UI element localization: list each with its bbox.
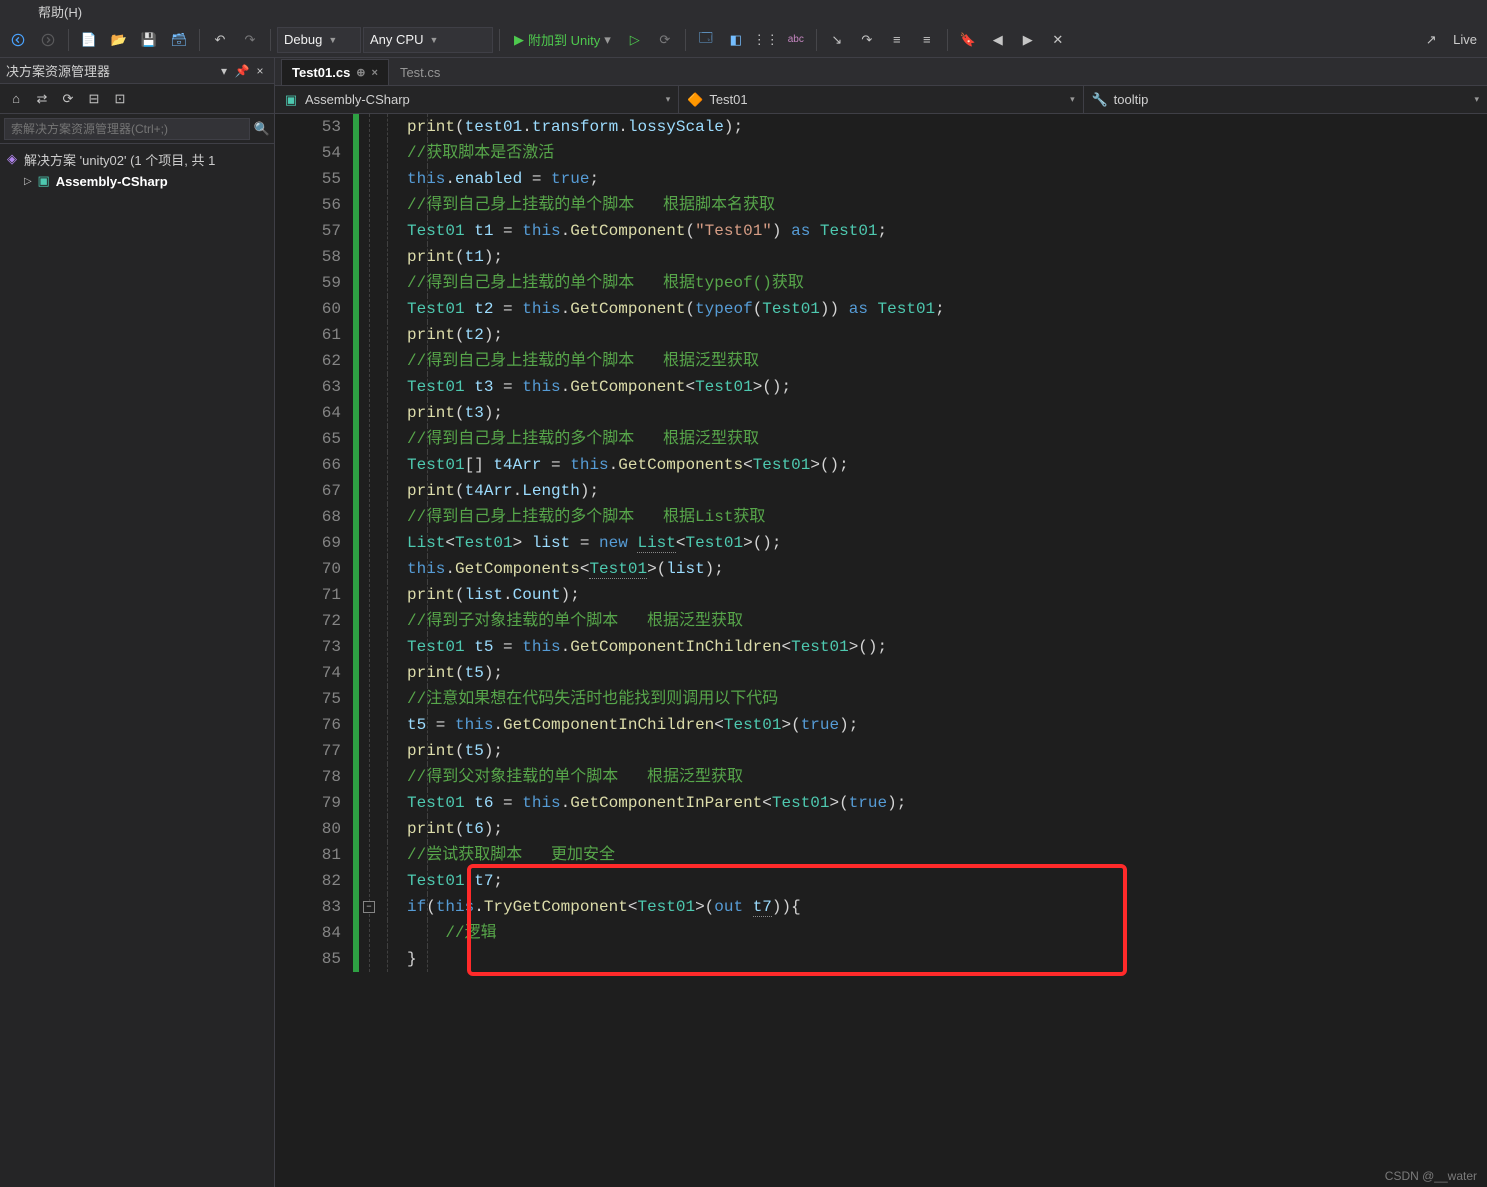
solution-icon: ◈ bbox=[4, 151, 20, 167]
editor-tabs: Test01.cs ⊕ × Test.cs bbox=[275, 58, 1487, 86]
new-item-button[interactable]: 📄 bbox=[75, 26, 103, 54]
separator bbox=[68, 29, 69, 51]
separator bbox=[499, 29, 500, 51]
class-selector[interactable]: 🔶 Test01 ▾ bbox=[679, 86, 1083, 113]
share-button[interactable]: ↗ bbox=[1417, 26, 1445, 54]
prev-bookmark-button[interactable]: ◀ bbox=[984, 26, 1012, 54]
bookmark-button[interactable]: 🔖 bbox=[954, 26, 982, 54]
platform-label: Any CPU bbox=[370, 32, 423, 47]
attach-label: 附加到 Unity bbox=[528, 30, 600, 49]
browser-button[interactable]: 🗔 bbox=[692, 26, 720, 54]
main-toolbar: 📄 📂 💾 🗃 ↶ ↷ Debug▼ Any CPU▼ ▶附加到 Unity▾ … bbox=[0, 22, 1487, 58]
panel-dropdown-icon[interactable]: ▾ bbox=[216, 63, 232, 79]
dock-button[interactable]: ◧ bbox=[722, 26, 750, 54]
search-input[interactable] bbox=[4, 118, 250, 140]
abc-button[interactable]: abc bbox=[782, 26, 810, 54]
project-label: Assembly-CSharp bbox=[56, 174, 168, 189]
member-label: tooltip bbox=[1114, 92, 1149, 107]
member-selector[interactable]: 🔧 tooltip ▾ bbox=[1084, 86, 1487, 113]
separator bbox=[270, 29, 271, 51]
sync-icon[interactable]: ⇄ bbox=[30, 87, 54, 111]
start-without-debug-button[interactable]: ▷ bbox=[621, 26, 649, 54]
assembly-label: Assembly-CSharp bbox=[305, 92, 410, 107]
nav-forward-button[interactable] bbox=[34, 26, 62, 54]
step-into-button[interactable]: ↘ bbox=[823, 26, 851, 54]
separator bbox=[199, 29, 200, 51]
menu-bar[interactable]: 帮助(H) bbox=[0, 0, 1487, 22]
tab-test[interactable]: Test.cs bbox=[389, 59, 451, 85]
uncomment-button[interactable]: ≡ bbox=[913, 26, 941, 54]
panel-title-bar: 决方案资源管理器 ▾ 📌 × bbox=[0, 58, 274, 84]
separator bbox=[816, 29, 817, 51]
pin-icon[interactable]: ⊕ bbox=[356, 66, 365, 79]
live-label[interactable]: Live bbox=[1447, 32, 1483, 47]
home-icon[interactable]: ⌂ bbox=[4, 87, 28, 111]
code-content[interactable]: print(test01.transform.lossyScale);//获取脚… bbox=[379, 114, 1487, 972]
solution-label: 解决方案 'unity02' (1 个项目, 共 1 bbox=[24, 150, 215, 169]
class-label: Test01 bbox=[709, 92, 747, 107]
line-gutter: 5354555657585960616263646566676869707172… bbox=[275, 114, 353, 972]
class-icon: 🔶 bbox=[687, 92, 703, 108]
config-selector[interactable]: Debug▼ bbox=[277, 27, 361, 53]
open-folder-button[interactable]: 📂 bbox=[105, 26, 133, 54]
panel-title-label: 决方案资源管理器 bbox=[6, 61, 110, 80]
csharp-icon: ▣ bbox=[283, 92, 299, 108]
tab-test01[interactable]: Test01.cs ⊕ × bbox=[281, 59, 389, 85]
clear-bookmarks-button[interactable]: ✕ bbox=[1044, 26, 1072, 54]
platform-selector[interactable]: Any CPU▼ bbox=[363, 27, 493, 53]
project-node[interactable]: ▷ ▣ Assembly-CSharp bbox=[0, 170, 274, 192]
redo-button[interactable]: ↷ bbox=[236, 26, 264, 54]
save-all-button[interactable]: 🗃 bbox=[165, 26, 193, 54]
fold-button[interactable]: − bbox=[363, 901, 375, 913]
code-editor[interactable]: 5354555657585960616263646566676869707172… bbox=[275, 114, 1487, 1187]
editor-area: Test01.cs ⊕ × Test.cs ▣ Assembly-CSharp … bbox=[275, 58, 1487, 1187]
undo-button[interactable]: ↶ bbox=[206, 26, 234, 54]
fold-column[interactable]: − bbox=[359, 114, 379, 972]
method-icon: 🔧 bbox=[1092, 92, 1108, 108]
search-row: 🔍 bbox=[0, 114, 274, 144]
attach-unity-button[interactable]: ▶附加到 Unity▾ bbox=[506, 27, 619, 53]
config-label: Debug bbox=[284, 32, 322, 47]
save-button[interactable]: 💾 bbox=[135, 26, 163, 54]
chevron-right-icon: ▷ bbox=[24, 176, 32, 187]
menu-help[interactable]: 帮助(H) bbox=[38, 2, 82, 21]
close-icon[interactable]: × bbox=[252, 63, 268, 79]
nav-back-button[interactable] bbox=[4, 26, 32, 54]
outline-button[interactable]: ⋮⋮ bbox=[752, 26, 780, 54]
assembly-selector[interactable]: ▣ Assembly-CSharp ▾ bbox=[275, 86, 679, 113]
solution-node[interactable]: ◈ 解决方案 'unity02' (1 个项目, 共 1 bbox=[0, 148, 274, 170]
navigation-bar: ▣ Assembly-CSharp ▾ 🔶 Test01 ▾ 🔧 tooltip… bbox=[275, 86, 1487, 114]
csharp-project-icon: ▣ bbox=[36, 173, 52, 189]
watermark: CSDN @__water bbox=[1385, 1169, 1477, 1183]
refresh-button[interactable]: ⟳ bbox=[651, 26, 679, 54]
search-icon[interactable]: 🔍 bbox=[254, 121, 270, 137]
filter-icon[interactable]: ⊟ bbox=[82, 87, 106, 111]
next-bookmark-button[interactable]: ▶ bbox=[1014, 26, 1042, 54]
separator bbox=[947, 29, 948, 51]
solution-tree: ◈ 解决方案 'unity02' (1 个项目, 共 1 ▷ ▣ Assembl… bbox=[0, 144, 274, 196]
refresh-icon[interactable]: ⟳ bbox=[56, 87, 80, 111]
tab-label: Test.cs bbox=[400, 65, 440, 80]
close-icon[interactable]: × bbox=[372, 67, 378, 79]
tab-label: Test01.cs bbox=[292, 65, 350, 80]
step-over-button[interactable]: ↷ bbox=[853, 26, 881, 54]
comment-button[interactable]: ≡ bbox=[883, 26, 911, 54]
solution-explorer-panel: 决方案资源管理器 ▾ 📌 × ⌂ ⇄ ⟳ ⊟ ⊡ 🔍 ◈ 解决方案 'unity… bbox=[0, 58, 275, 1187]
solution-toolbar: ⌂ ⇄ ⟳ ⊟ ⊡ bbox=[0, 84, 274, 114]
separator bbox=[685, 29, 686, 51]
collapse-icon[interactable]: ⊡ bbox=[108, 87, 132, 111]
pin-icon[interactable]: 📌 bbox=[234, 63, 250, 79]
